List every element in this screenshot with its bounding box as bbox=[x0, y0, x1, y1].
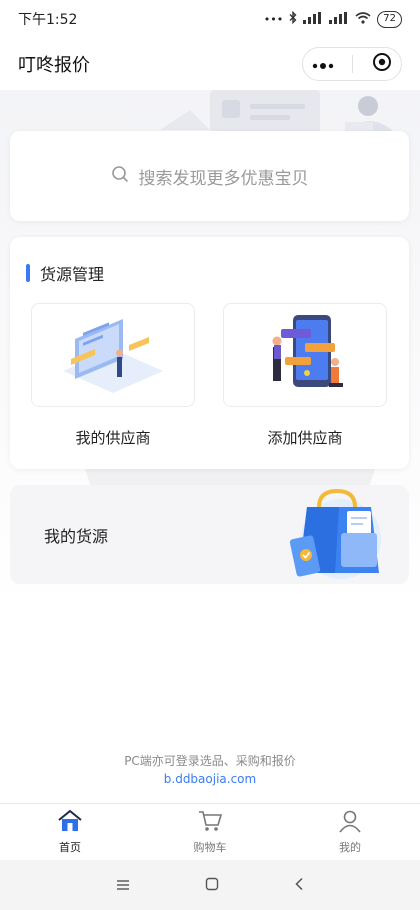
more-dots-icon: ••• bbox=[263, 12, 284, 26]
search-placeholder: 搜索发现更多优惠宝贝 bbox=[138, 168, 309, 189]
supply-management-card: 货源管理 我的供应商 添加供应商 bbox=[10, 237, 409, 469]
tab-home[interactable]: 首页 bbox=[0, 804, 140, 860]
menu-icon[interactable] bbox=[116, 876, 130, 895]
tab-cart[interactable]: 购物车 bbox=[140, 804, 280, 860]
wifi-icon bbox=[355, 11, 371, 27]
suppliers-illustration bbox=[63, 319, 163, 393]
add-supplier-tile[interactable] bbox=[223, 303, 387, 407]
search-icon bbox=[111, 165, 129, 188]
my-suppliers-tile[interactable] bbox=[31, 303, 195, 407]
supply-heading-label: 货源管理 bbox=[40, 265, 105, 284]
search-box[interactable]: 搜索发现更多优惠宝贝 bbox=[10, 131, 409, 221]
signal-icon-2 bbox=[329, 11, 349, 27]
close-miniprogram-button[interactable] bbox=[372, 52, 392, 76]
capsule-divider bbox=[352, 55, 354, 73]
tab-bar: 首页 购物车 我的 bbox=[0, 803, 420, 860]
system-nav-bar bbox=[0, 860, 420, 910]
home-icon bbox=[57, 809, 83, 836]
home-square-icon[interactable] bbox=[205, 876, 219, 895]
bluetooth-icon bbox=[289, 10, 297, 27]
page-title: 叮咚报价 bbox=[18, 55, 90, 76]
status-time: 下午1:52 bbox=[18, 12, 78, 28]
add-supplier-label: 添加供应商 bbox=[267, 429, 343, 447]
tab-cart-label: 购物车 bbox=[193, 841, 227, 854]
tab-profile[interactable]: 我的 bbox=[280, 804, 420, 860]
user-icon bbox=[337, 809, 363, 836]
status-bar: 下午1:52 ••• 72 bbox=[0, 0, 420, 38]
signal-icon bbox=[303, 11, 323, 27]
my-suppliers-label: 我的供应商 bbox=[75, 429, 151, 447]
my-source-label: 我的货源 bbox=[44, 527, 109, 546]
my-source-card[interactable]: 我的货源 bbox=[10, 485, 409, 584]
footer-website-link[interactable]: b.ddbaojia.com bbox=[0, 770, 420, 788]
miniprogram-capsule bbox=[302, 47, 402, 81]
nav-bar: 叮咚报价 bbox=[0, 38, 420, 90]
battery-indicator: 72 bbox=[377, 10, 402, 28]
cart-icon bbox=[197, 809, 223, 836]
tab-profile-label: 我的 bbox=[339, 841, 361, 854]
add-supplier-illustration bbox=[272, 315, 343, 387]
heading-accent-bar bbox=[26, 264, 30, 282]
back-icon[interactable] bbox=[294, 876, 304, 895]
status-icons: ••• 72 bbox=[263, 10, 402, 28]
footer-note: PC端亦可登录选品、采购和报价 b.ddbaojia.com bbox=[0, 752, 420, 788]
shopping-bag-illustration bbox=[289, 489, 381, 579]
more-options-button[interactable] bbox=[312, 55, 334, 74]
supply-heading: 货源管理 bbox=[26, 261, 104, 285]
footer-note-text: PC端亦可登录选品、采购和报价 bbox=[124, 754, 296, 768]
tab-home-label: 首页 bbox=[59, 841, 81, 854]
